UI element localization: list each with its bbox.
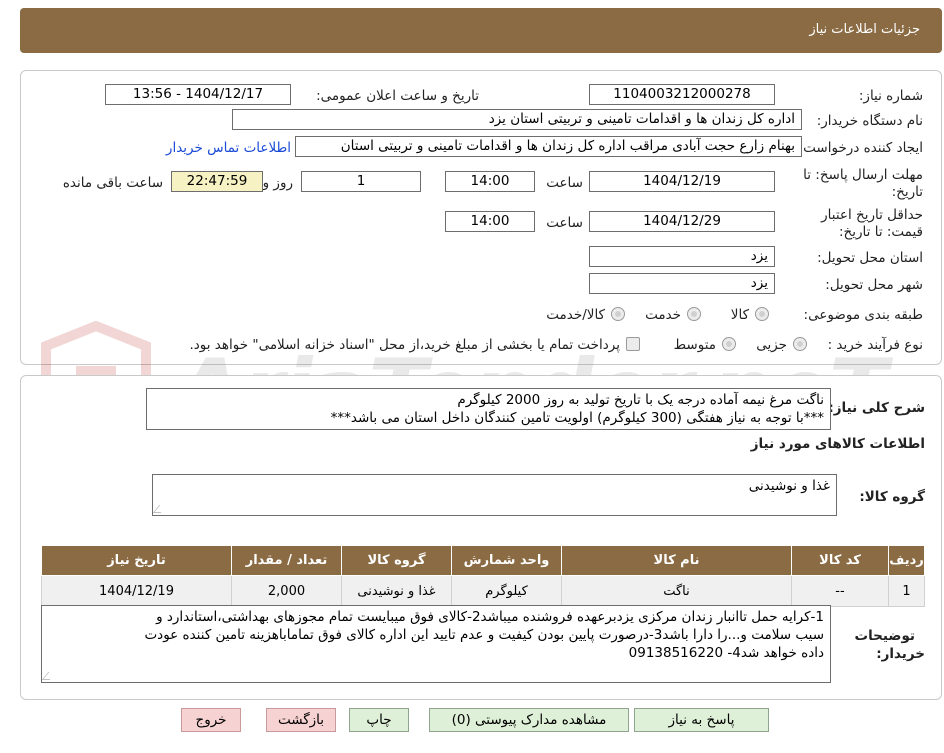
cell-code: -- — [791, 575, 889, 607]
page-title: جزئیات اطلاعات نیاز — [809, 22, 920, 37]
treasury-payment-note: پرداخت تمام یا بخشی از مبلغ خرید،از محل … — [189, 337, 620, 353]
need-number-field: 1104003212000278 — [589, 84, 775, 105]
validity-date-field: 1404/12/29 — [589, 211, 775, 232]
process-minor-radio[interactable] — [793, 337, 807, 351]
deadline-date-field: 1404/12/19 — [589, 171, 775, 192]
col-row: ردیف — [888, 545, 925, 576]
process-minor-label: جزیی — [756, 337, 787, 353]
days-label: روز و — [262, 175, 293, 191]
remaining-timer: 22:47:59 — [171, 171, 263, 192]
category-goods-radio[interactable] — [755, 307, 769, 321]
category-label: طبقه بندی موضوعی: — [803, 307, 923, 323]
col-code: کد کالا — [791, 545, 889, 576]
col-name: نام کالا — [561, 545, 792, 576]
validity-time-field: 14:00 — [445, 211, 535, 232]
creator-field: بهنام زارع حجت آبادی مراقب اداره کل زندا… — [295, 136, 802, 157]
announce-datetime-label: تاریخ و ساعت اعلان عمومی: — [316, 88, 479, 104]
buyer-contact-link[interactable]: اطلاعات تماس خریدار — [166, 140, 291, 156]
process-medium-label: متوسط — [673, 337, 716, 353]
treasury-payment-checkbox[interactable] — [626, 337, 640, 351]
summary-text: ناگت مرغ نیمه آماده درجه یک با تاریخ تول… — [146, 388, 831, 430]
summary-label: شرح کلی نیاز: — [828, 400, 925, 416]
reply-button[interactable]: پاسخ به نیاز — [634, 708, 769, 732]
category-goods-service-label: کالا/خدمت — [546, 307, 605, 323]
validity-label: حداقل تاریخ اعتبار — [821, 207, 923, 223]
process-medium-radio[interactable] — [722, 337, 736, 351]
validity-label-2: قیمت: تا تاریخ: — [839, 224, 923, 240]
resize-handle-icon[interactable] — [153, 505, 168, 513]
buyer-notes-label-2: خریدار: — [876, 646, 925, 662]
col-qty: تعداد / مقدار — [231, 545, 342, 576]
goods-section-title: اطلاعات کالاهای مورد نیاز — [750, 436, 925, 452]
cell-date: 1404/12/19 — [41, 575, 232, 607]
buyer-notes-label: توضیحات — [854, 628, 915, 644]
need-details-panel: AriaTender.neT شماره نیاز: 1104003212000… — [20, 70, 942, 461]
attachments-button[interactable]: مشاهده مدارک پیوستی (0) — [429, 708, 629, 732]
cell-qty: 2,000 — [231, 575, 342, 607]
back-button[interactable]: بازگشت — [266, 708, 336, 732]
province-label: استان محل تحویل: — [817, 250, 923, 266]
cell-group: غذا و نوشیدنی — [341, 575, 452, 607]
category-service-radio[interactable] — [687, 307, 701, 321]
announce-datetime-field: 1404/12/17 - 13:56 — [105, 84, 291, 105]
buyer-notes-line-3: داده خواهد شد4- 09138516220 — [628, 645, 824, 661]
col-group: گروه کالا — [341, 545, 452, 576]
category-service-label: خدمت — [645, 307, 681, 323]
creator-label: ایجاد کننده درخواست: — [798, 140, 923, 156]
summary-line-2: ***با توجه به نیاز هفتگی (300 کیلوگرم) ا… — [330, 410, 824, 426]
goods-group-label: گروه کالا: — [859, 489, 925, 505]
col-date: تاریخ نیاز — [41, 545, 232, 576]
goods-table: ردیف کد کالا نام کالا واحد شمارش گروه کا… — [41, 545, 925, 607]
city-field: یزد — [589, 273, 775, 294]
validity-time-label: ساعت — [546, 215, 583, 231]
remaining-label: ساعت باقی مانده — [62, 175, 163, 191]
deadline-time-label: ساعت — [546, 175, 583, 191]
buyer-notes-field: 1-کرایه حمل تاانبار زندان مرکزی یزدبرعهد… — [41, 605, 831, 683]
buyer-notes-line-2: سیب سلامت و...را دارا باشد3-درصورت پایین… — [144, 627, 824, 643]
buyer-org-label: نام دستگاه خریدار: — [816, 113, 923, 129]
deadline-time-field: 14:00 — [445, 171, 535, 192]
city-label: شهر محل تحویل: — [825, 277, 923, 293]
summary-line-1: ناگت مرغ نیمه آماده درجه یک با تاریخ تول… — [457, 392, 824, 408]
cell-unit: کیلوگرم — [451, 575, 562, 607]
page-header: جزئیات اطلاعات نیاز — [20, 8, 942, 53]
buyer-notes-line-1: 1-کرایه حمل تاانبار زندان مرکزی یزدبرعهد… — [156, 609, 824, 625]
print-button[interactable]: چاپ — [349, 708, 409, 732]
goods-panel: شرح کلی نیاز: ناگت مرغ نیمه آماده درجه ی… — [20, 375, 942, 700]
deadline-label-2: تاریخ: — [891, 184, 923, 200]
goods-group-value: غذا و نوشیدنی — [748, 478, 830, 494]
goods-group-field: غذا و نوشیدنی — [152, 474, 837, 516]
exit-button[interactable]: خروج — [181, 708, 241, 732]
cell-row: 1 — [888, 575, 925, 607]
need-number-label: شماره نیاز: — [858, 88, 923, 104]
province-field: یزد — [589, 246, 775, 267]
buyer-org-field: اداره کل زندان ها و اقدامات تامینی و ترب… — [232, 109, 802, 130]
process-type-label: نوع فرآیند خرید : — [827, 337, 923, 353]
goods-table-header-row: ردیف کد کالا نام کالا واحد شمارش گروه کا… — [41, 545, 925, 576]
deadline-label: مهلت ارسال پاسخ: تا — [803, 167, 923, 183]
category-goods-service-radio[interactable] — [611, 307, 625, 321]
resize-handle-icon[interactable] — [42, 672, 57, 680]
cell-name: ناگت — [561, 575, 792, 607]
table-row: 1 -- ناگت کیلوگرم غذا و نوشیدنی 2,000 14… — [41, 575, 925, 607]
col-unit: واحد شمارش — [451, 545, 562, 576]
days-field: 1 — [301, 171, 421, 192]
category-goods-label: کالا — [730, 307, 749, 323]
